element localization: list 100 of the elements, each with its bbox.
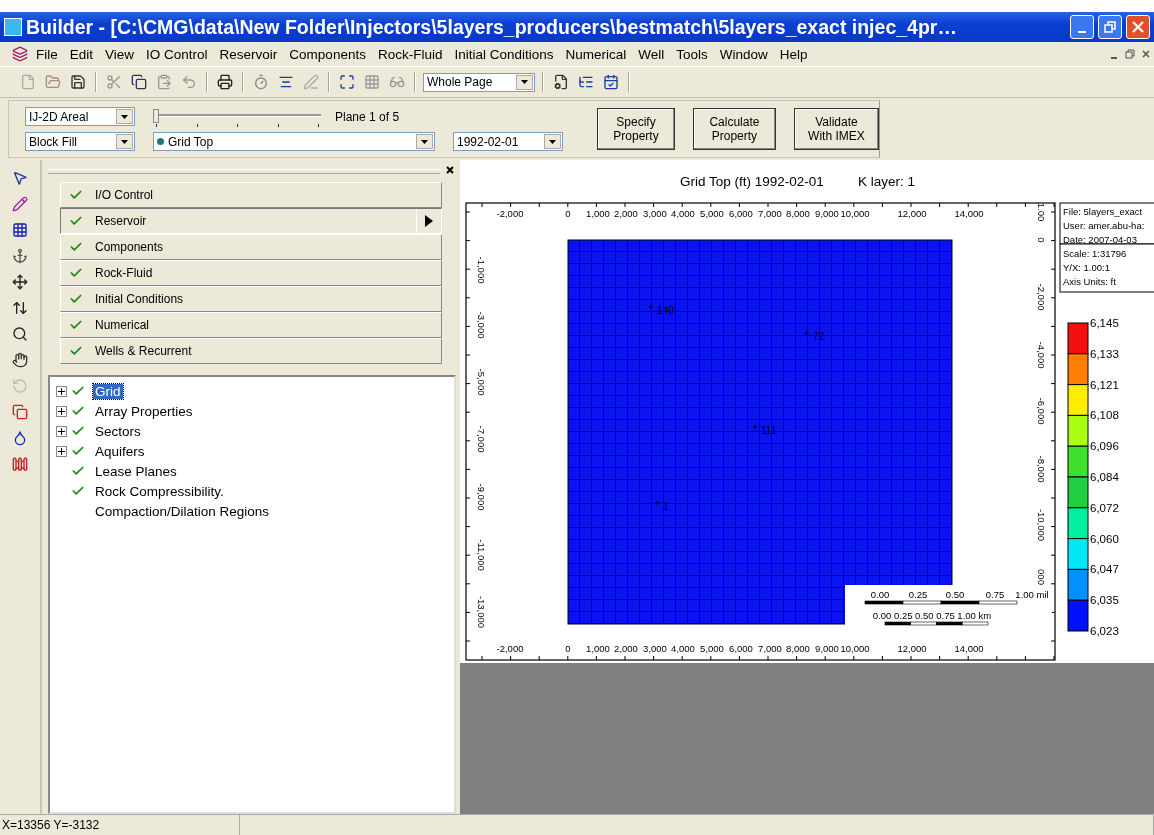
calendar-icon[interactable] (601, 72, 621, 92)
cube-icon[interactable] (10, 44, 30, 64)
axis-label: -8,000 (1036, 455, 1047, 483)
axis-label: 9,000 (815, 643, 839, 654)
axis-label: 1,000 (586, 208, 610, 219)
axis-label: 8,000 (786, 208, 810, 219)
section-button[interactable]: Initial Conditions (60, 286, 442, 312)
axis-label: -1,000 (476, 256, 487, 284)
display-select[interactable]: Block Fill (25, 132, 135, 151)
move-icon[interactable] (10, 272, 30, 292)
axis-label: -11,000 (476, 539, 487, 571)
expand-icon[interactable] (56, 425, 67, 437)
axis-label: 14,000 (954, 643, 984, 654)
expand-icon[interactable] (56, 405, 67, 417)
menu-item[interactable]: Rock-Fluid (371, 46, 449, 62)
property-select[interactable]: Grid Top (153, 132, 435, 151)
fence-icon[interactable] (10, 454, 30, 474)
axis-label: 1,000 (586, 643, 610, 654)
legend-value: 6,035 (1090, 594, 1119, 607)
save-icon[interactable] (68, 72, 88, 92)
info-text: User: amer.abu-ha: (1063, 220, 1145, 231)
axis-label: 4,000 (671, 208, 695, 219)
plane-slider[interactable] (153, 108, 321, 125)
legend-value: 6,145 (1090, 317, 1119, 329)
close-icon (1132, 21, 1144, 33)
menu-item[interactable]: File (30, 46, 64, 62)
section-button[interactable]: Numerical (60, 312, 442, 338)
axis-label: 0 (565, 208, 571, 219)
axis-label: 2,000 (614, 643, 638, 654)
section-button[interactable]: Reservoir (60, 208, 442, 234)
print-icon[interactable] (215, 72, 235, 92)
tree-item[interactable]: Rock Compressibility. (93, 483, 226, 499)
copy-icon[interactable] (129, 72, 149, 92)
tree-item[interactable]: Grid (93, 383, 123, 399)
fit-icon[interactable] (337, 72, 357, 92)
axis-label: 6,000 (729, 208, 753, 219)
axis-label: 4,000 (671, 643, 695, 654)
menu-item[interactable]: Well (632, 46, 671, 62)
action-button[interactable]: Validate With IMEX (793, 108, 879, 150)
tree-item[interactable]: Aquifers (93, 443, 147, 459)
tree-item[interactable]: Array Properties (93, 403, 195, 419)
menu-item[interactable]: Initial Conditions (448, 46, 560, 62)
date-select[interactable]: 1992-02-01 (453, 132, 563, 151)
restore-button[interactable] (1098, 15, 1122, 39)
menu-item[interactable]: IO Control (140, 46, 214, 62)
legend-value: 6,084 (1090, 471, 1119, 483)
axis-label: 10,000 (840, 208, 870, 219)
action-button[interactable]: Calculate Property (693, 108, 776, 150)
expand-icon[interactable] (56, 385, 67, 397)
axis-label: 6,000 (729, 643, 753, 654)
anchor-icon[interactable] (10, 246, 30, 266)
axis-label: 000 (1036, 569, 1047, 585)
axis-label: 0 (1036, 237, 1047, 243)
action-button[interactable]: Specify Property (597, 108, 675, 150)
axis-label: 1.00 (1036, 202, 1047, 222)
status-text: X=13356 Y=-3132 (0, 815, 240, 835)
menu-item[interactable]: Numerical (559, 46, 633, 62)
axis-label: 8,000 (786, 643, 810, 654)
axis-label: -6,000 (1036, 397, 1047, 425)
menu-item[interactable]: Tools (670, 46, 714, 62)
axis-label: 7,000 (758, 643, 782, 654)
axis-label: 3,000 (643, 208, 667, 219)
info-text: Y/X: 1.00:1 (1063, 262, 1110, 273)
section-button[interactable]: I/O Control (60, 182, 442, 208)
minimize-button[interactable] (1070, 15, 1094, 39)
axis-label: -4,000 (1036, 341, 1047, 369)
menu-item[interactable]: Components (283, 46, 372, 62)
tree-item[interactable]: Sectors (93, 423, 143, 439)
pencil-icon[interactable] (10, 194, 30, 214)
menu-item[interactable]: Window (713, 46, 774, 62)
hand-icon[interactable] (10, 350, 30, 370)
caret-icon (116, 109, 133, 124)
menu-item[interactable]: Edit (63, 46, 100, 62)
view-select[interactable]: IJ-2D Areal (25, 107, 135, 126)
axis-label: 7,000 (758, 208, 782, 219)
restore-icon (1104, 21, 1116, 33)
plot-title: Grid Top (ft) 1992-02-01 (680, 174, 824, 189)
section-button[interactable]: Rock-Fluid (60, 260, 442, 286)
zoom-select[interactable]: Whole Page (423, 72, 535, 92)
expand-icon[interactable] (56, 445, 67, 457)
legend-value: 6,133 (1090, 347, 1119, 360)
scale-label: 0.50 (945, 589, 965, 600)
slider-thumb[interactable] (153, 108, 159, 123)
window-title: Builder - [C:\CMG\data\New Folder\Injectors\5layers_producers\bestmatch\5layers_exact injec_4pr… (26, 15, 958, 39)
dot-icon (157, 138, 164, 145)
tree-item[interactable]: Compaction/Dilation Regions (93, 503, 272, 519)
close-icon[interactable] (446, 166, 456, 176)
menu-item[interactable]: Help (773, 46, 814, 62)
section-button[interactable]: Components (60, 234, 442, 260)
copy-icon[interactable] (10, 402, 30, 422)
caret-icon (516, 74, 533, 90)
axis-label: -5,000 (476, 368, 487, 396)
tree-item[interactable]: Lease Planes (93, 463, 179, 479)
section-button[interactable]: Wells & Recurrent (60, 338, 442, 364)
close-button[interactable] (1126, 15, 1150, 39)
caret-icon (116, 134, 133, 149)
close-icon (1142, 50, 1150, 58)
menu-item[interactable]: View (99, 46, 141, 62)
menu-item[interactable]: Reservoir (213, 46, 284, 62)
grid-icon[interactable] (10, 220, 30, 240)
